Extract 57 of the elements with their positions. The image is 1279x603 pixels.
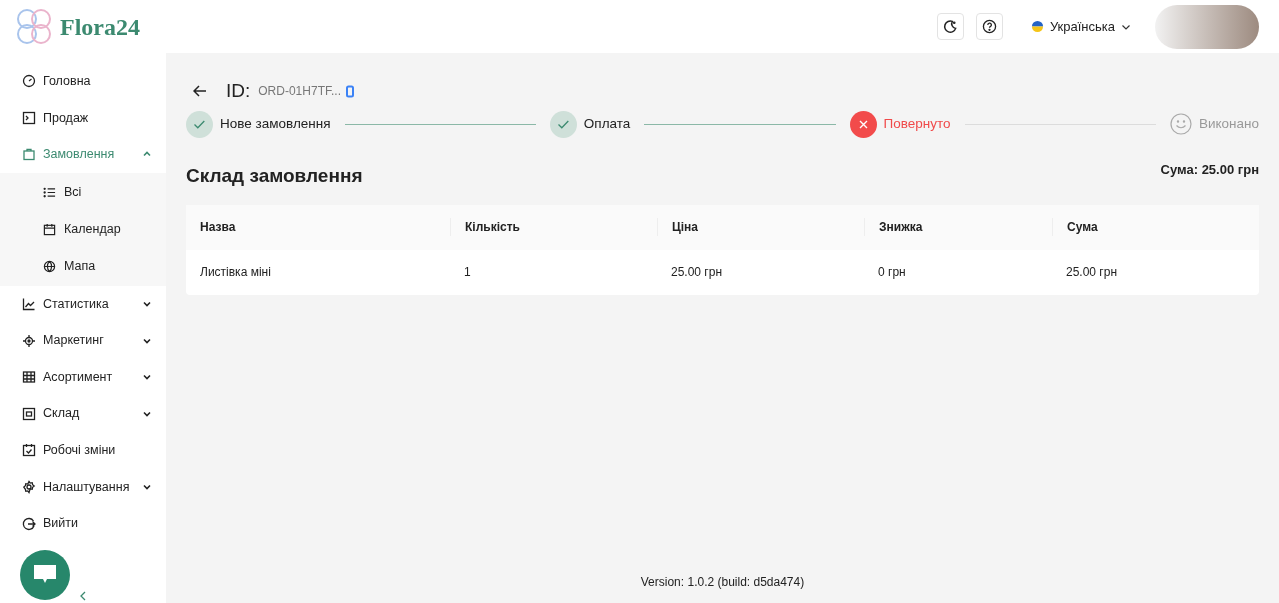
sidebar-item[interactable]: Робочі зміни <box>0 432 166 469</box>
column-header: Кількість <box>465 220 520 234</box>
sidebar-item[interactable]: Асортимент <box>0 358 166 396</box>
step-label: Виконано <box>1198 114 1259 133</box>
dark-mode-button[interactable] <box>936 13 964 40</box>
order-total: Сума: 25.00 грн <box>1160 161 1259 179</box>
brand-name: Flora24 <box>60 12 140 42</box>
grid-icon <box>22 370 36 385</box>
language-select[interactable]: Українська <box>1030 16 1131 37</box>
sidebar-item[interactable]: Замовлення <box>0 136 166 173</box>
column-header: Сума <box>1067 220 1098 234</box>
step-label: Нове замовлення <box>220 114 331 133</box>
copy-icon[interactable] <box>344 84 355 98</box>
sidebar-item[interactable]: Вийти <box>0 505 166 542</box>
user-avatar[interactable] <box>1155 4 1259 49</box>
chevron-left-icon <box>79 591 87 601</box>
table-cell: 0 грн <box>878 265 906 279</box>
bag-icon <box>22 147 36 162</box>
section-title: Склад замовлення <box>186 164 363 188</box>
gear-icon <box>22 480 36 495</box>
column-header: Знижка <box>879 220 923 234</box>
gauge-icon <box>22 74 36 89</box>
box-icon <box>22 406 36 421</box>
id-label: ID: <box>226 78 251 103</box>
target-icon <box>22 333 36 348</box>
list-icon <box>43 185 56 199</box>
chat-button[interactable] <box>20 550 70 600</box>
logout-icon <box>22 516 36 531</box>
chart-icon <box>22 297 36 312</box>
column-header: Назва <box>200 220 236 234</box>
submenu-item[interactable]: Всі <box>0 173 166 211</box>
sidebar-item[interactable]: Налаштування <box>0 468 166 506</box>
submenu-item[interactable]: Мапа <box>0 247 166 285</box>
table-cell: 25.00 грн <box>1066 265 1118 279</box>
calendar-check-icon <box>22 443 36 458</box>
sidebar-item[interactable]: Статистика <box>0 285 166 323</box>
flag-icon <box>1030 20 1044 33</box>
submenu-item[interactable]: Календар <box>0 210 166 248</box>
table-cell: Листівка міні <box>200 265 271 279</box>
help-button[interactable] <box>975 13 1003 40</box>
step-label: Повернуто <box>883 114 951 133</box>
globe-icon <box>43 259 56 273</box>
calendar-icon <box>43 222 56 236</box>
table-cell: 1 <box>464 265 471 279</box>
help-icon <box>981 19 997 34</box>
step-label: Оплата <box>583 114 631 133</box>
table-cell: 25.00 грн <box>671 265 723 279</box>
sidebar-item[interactable]: Продаж <box>0 99 166 137</box>
terminal-icon <box>22 110 36 125</box>
sidebar-item[interactable]: Склад <box>0 395 166 433</box>
column-header: Ціна <box>672 220 699 234</box>
version-text: Version: 1.0.2 (build: d5da474) <box>640 574 805 591</box>
order-id: ORD-01H7TF... <box>258 83 341 100</box>
moon-icon <box>942 19 958 34</box>
back-arrow-icon <box>193 85 207 97</box>
sidebar-item[interactable]: Головна <box>0 63 166 100</box>
sidebar-item[interactable]: Маркетинг <box>0 322 166 359</box>
